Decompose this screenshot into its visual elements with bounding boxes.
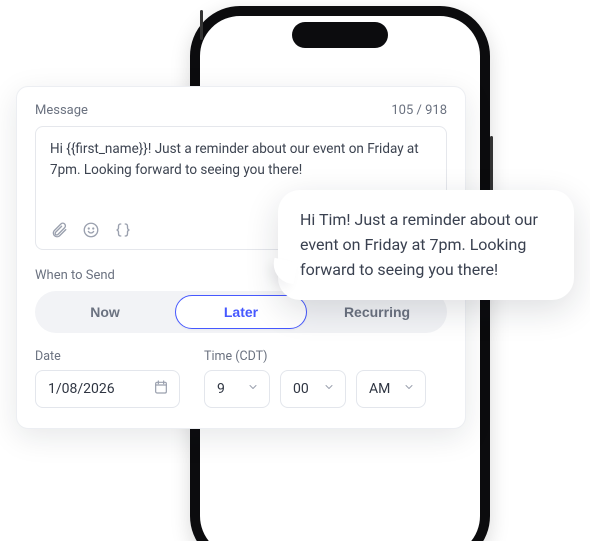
ampm-value: AM xyxy=(369,381,393,397)
attachment-icon[interactable] xyxy=(50,221,68,239)
hour-value: 9 xyxy=(217,381,237,397)
merge-field-icon[interactable] xyxy=(114,221,132,239)
phone-notch xyxy=(292,22,388,48)
minute-value: 00 xyxy=(293,381,313,397)
segment-recurring[interactable]: Recurring xyxy=(311,296,443,328)
message-label: Message xyxy=(35,103,88,118)
hour-select[interactable]: 9 xyxy=(204,370,270,408)
chevron-down-icon xyxy=(323,381,335,397)
calendar-icon xyxy=(153,379,169,399)
date-field[interactable]: 1/08/2026 xyxy=(35,370,180,408)
chevron-down-icon xyxy=(247,381,259,397)
message-header: Message 105 / 918 xyxy=(35,103,447,118)
time-label: Time (CDT) xyxy=(204,349,426,364)
char-counter: 105 / 918 xyxy=(391,103,447,118)
segment-now[interactable]: Now xyxy=(39,296,171,328)
date-column: Date 1/08/2026 xyxy=(35,349,180,408)
minute-select[interactable]: 00 xyxy=(280,370,346,408)
segment-later[interactable]: Later xyxy=(175,295,307,329)
preview-message-bubble: Hi Tim! Just a reminder about our event … xyxy=(278,190,574,300)
chevron-down-icon xyxy=(403,381,415,397)
date-value: 1/08/2026 xyxy=(48,381,143,397)
date-label: Date xyxy=(35,349,180,364)
datetime-row: Date 1/08/2026 Time (CDT) 9 00 xyxy=(35,349,447,408)
time-column: Time (CDT) 9 00 AM xyxy=(204,349,426,408)
preview-message-text: Hi Tim! Just a reminder about our event … xyxy=(300,210,538,279)
emoji-icon[interactable] xyxy=(82,221,100,239)
ampm-select[interactable]: AM xyxy=(356,370,426,408)
